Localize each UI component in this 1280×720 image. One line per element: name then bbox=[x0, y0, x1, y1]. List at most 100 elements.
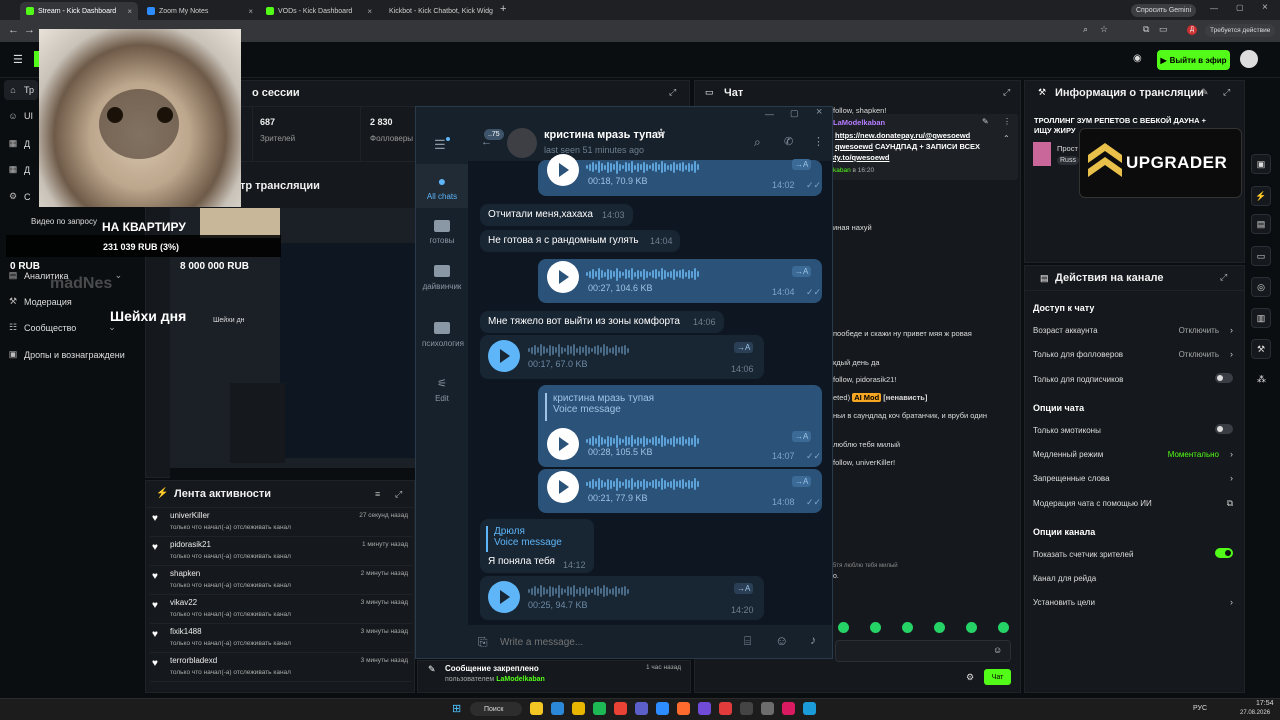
edit-icon[interactable]: ✎ bbox=[1201, 87, 1209, 98]
subs-only-toggle[interactable] bbox=[1215, 373, 1233, 383]
tg-minimize-icon[interactable]: — bbox=[765, 109, 774, 119]
play-icon[interactable] bbox=[547, 154, 579, 186]
more-icon[interactable]: ⋮ bbox=[1003, 117, 1011, 126]
sidebar-item-community[interactable]: ☷ Сообщество ⌄ bbox=[8, 322, 116, 333]
menu-icon[interactable]: ☰ bbox=[434, 137, 446, 153]
menu-icon[interactable]: ☰ bbox=[13, 53, 23, 66]
transcribe-button[interactable]: →A bbox=[792, 159, 812, 170]
new-tab-button[interactable]: + bbox=[500, 3, 506, 15]
activity-row[interactable]: ♥ univerKiller только что начал(-а) отслеж… bbox=[150, 508, 412, 537]
transcribe-button[interactable]: →A bbox=[734, 583, 754, 594]
emote-icon[interactable] bbox=[870, 622, 881, 633]
window-close-icon[interactable]: × bbox=[1262, 2, 1268, 13]
emote-icon[interactable] bbox=[838, 622, 849, 633]
file-explorer-icon[interactable] bbox=[530, 702, 543, 715]
transcribe-button[interactable]: →A bbox=[734, 342, 754, 353]
folder-all-chats[interactable]: ● All chats bbox=[416, 174, 468, 201]
goals-setting[interactable]: Установить цели › bbox=[1033, 597, 1233, 607]
bookmark-icon[interactable]: ☆ bbox=[1100, 24, 1108, 35]
folder-gotovy[interactable]: готовы bbox=[416, 220, 468, 245]
raid-channel-setting[interactable]: Канал для рейда bbox=[1033, 574, 1233, 583]
ai-moderation-setting[interactable]: Модерация чата с помощью ИИ ⧉ bbox=[1033, 498, 1233, 508]
gift-icon[interactable]: ⌸ bbox=[744, 634, 751, 649]
extensions-icon[interactable]: ⧉ bbox=[1143, 24, 1149, 35]
play-icon[interactable] bbox=[547, 428, 579, 460]
activity-row[interactable]: ♥ vikav22 только что начал(-а) отслеживать… bbox=[150, 595, 412, 624]
tg-close-icon[interactable]: × bbox=[816, 106, 822, 118]
back-icon[interactable]: ← bbox=[8, 24, 19, 36]
phone-icon[interactable]: ✆ bbox=[784, 135, 793, 148]
sidebar-item-stream[interactable]: ⌂ Тр bbox=[8, 85, 34, 95]
expand-icon[interactable]: ⤢ bbox=[669, 87, 676, 98]
after-effects-icon[interactable] bbox=[698, 702, 711, 715]
more-icon[interactable]: ⋮ bbox=[813, 135, 824, 148]
chat-avatar[interactable] bbox=[507, 128, 537, 158]
play-icon[interactable] bbox=[547, 261, 579, 293]
folder-psychology[interactable]: психология bbox=[416, 322, 468, 349]
account-age-setting[interactable]: Возраст аккаунта Отключить › bbox=[1033, 325, 1233, 335]
pin-icon[interactable]: ✎ bbox=[982, 117, 989, 126]
reply-quote[interactable]: кристина мразь тупая Voice message bbox=[545, 393, 654, 421]
activity-row[interactable]: ♥ terrorbladexd только что начал(-а) отсле… bbox=[150, 653, 412, 682]
go-live-button[interactable]: ▶ Выйти в эфир bbox=[1157, 50, 1230, 70]
emote-icon[interactable] bbox=[902, 622, 913, 633]
browser-tab-kickbot[interactable]: Kickbot - Kick Chatbot, Kick Widg × bbox=[379, 2, 497, 20]
steam-icon[interactable] bbox=[803, 702, 816, 715]
transcribe-button[interactable]: →A bbox=[792, 431, 812, 442]
pinned-message-user[interactable]: LaModelkaban bbox=[833, 118, 885, 127]
tiktok-icon[interactable] bbox=[782, 702, 795, 715]
app-icon[interactable] bbox=[677, 702, 690, 715]
followers-only-setting[interactable]: Только для фолловеров Отключить › bbox=[1033, 349, 1233, 359]
folder-icon[interactable] bbox=[572, 702, 585, 715]
activity-row[interactable]: ♥ fixik1488 только что начал(-а) отслежива… bbox=[150, 624, 412, 653]
obs-icon[interactable] bbox=[761, 702, 774, 715]
activity-username[interactable]: pidorasik21 bbox=[170, 540, 211, 549]
sidebar-item-settings[interactable]: ⚙ С bbox=[8, 191, 31, 202]
broadcast-icon[interactable]: ◉ bbox=[1133, 53, 1142, 64]
chat-input[interactable] bbox=[835, 640, 1011, 662]
chevron-up-icon[interactable]: ⌃ bbox=[1003, 134, 1010, 143]
clock-date[interactable]: 27.08.2026 bbox=[1240, 710, 1270, 716]
forward-icon[interactable]: → bbox=[24, 24, 35, 36]
zoom-icon[interactable] bbox=[656, 702, 669, 715]
browser-tab-vods[interactable]: VODs - Kick Dashboard × bbox=[260, 2, 378, 20]
rail-grid-icon[interactable]: ⁂ bbox=[1257, 374, 1266, 385]
rail-wrench-icon[interactable]: ⚒ bbox=[1251, 339, 1271, 359]
update-required-button[interactable]: Требуется действие bbox=[1205, 24, 1276, 37]
close-icon[interactable]: × bbox=[367, 7, 372, 16]
clock-time[interactable]: 17:54 bbox=[1256, 700, 1274, 707]
transcribe-button[interactable]: →A bbox=[792, 266, 812, 277]
tg-maximize-icon[interactable]: ▢ bbox=[790, 108, 799, 119]
sidebar-item-drops[interactable]: ▣ Дропы и вознаграждени bbox=[8, 349, 125, 360]
sidepanel-icon[interactable]: ▭ bbox=[1159, 24, 1168, 35]
media-icon[interactable] bbox=[719, 702, 732, 715]
teams-icon[interactable] bbox=[635, 702, 648, 715]
rail-lightning-icon[interactable]: ⚡ bbox=[1251, 186, 1271, 206]
play-icon[interactable] bbox=[488, 340, 520, 372]
microphone-icon[interactable]: ♪ bbox=[810, 633, 816, 647]
emote-icon[interactable] bbox=[966, 622, 977, 633]
user-avatar[interactable] bbox=[1240, 50, 1258, 68]
show-viewers-toggle[interactable] bbox=[1215, 548, 1233, 558]
pinned-user[interactable]: LaModelkaban bbox=[496, 676, 545, 683]
emotes-only-toggle[interactable] bbox=[1215, 424, 1233, 434]
sidebar-item-d2[interactable]: ▦ Д bbox=[8, 164, 30, 175]
activity-username[interactable]: univerKiller bbox=[170, 511, 210, 520]
edge-icon[interactable] bbox=[551, 702, 564, 715]
pinned-link[interactable]: https://new.donatepay.ru/@qwesoewd bbox=[835, 131, 970, 140]
filter-icon[interactable]: ≡ bbox=[375, 489, 380, 499]
language-indicator[interactable]: РУС bbox=[1193, 705, 1207, 712]
emoji-icon[interactable]: ☺ bbox=[993, 645, 1002, 655]
windows-start-icon[interactable]: ⊞ bbox=[452, 702, 461, 715]
reply-quote[interactable]: Дрюля Voice message bbox=[486, 526, 562, 552]
close-icon[interactable]: × bbox=[248, 7, 253, 16]
maximize-icon[interactable]: ▢ bbox=[1236, 3, 1244, 12]
rail-list-icon[interactable]: ▤ bbox=[1251, 214, 1271, 234]
activity-username[interactable]: fixik1488 bbox=[170, 627, 202, 636]
activity-username[interactable]: terrorbladexd bbox=[170, 656, 217, 665]
profile-avatar-icon[interactable]: Д bbox=[1187, 25, 1197, 35]
play-icon[interactable] bbox=[488, 581, 520, 613]
spotify-icon[interactable] bbox=[593, 702, 606, 715]
browser-tab-zoom[interactable]: Zoom My Notes × bbox=[141, 2, 259, 20]
slow-mode-setting[interactable]: Медленный режим Моментально › bbox=[1033, 449, 1233, 459]
